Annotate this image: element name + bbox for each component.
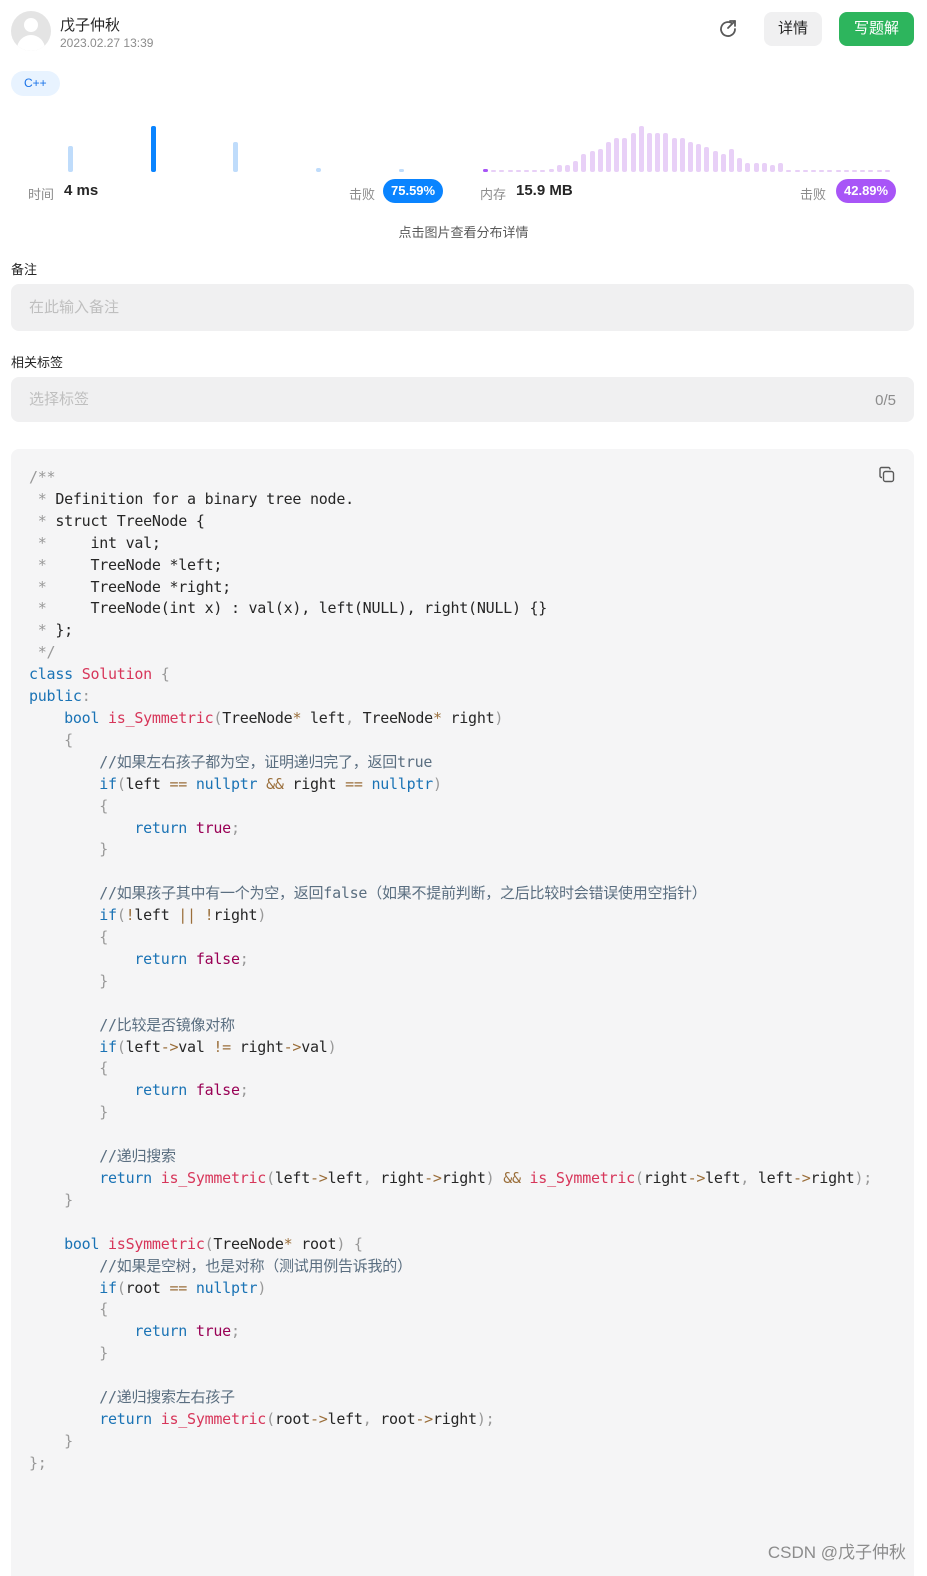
memory-bar	[720, 153, 726, 172]
tags-input[interactable]	[11, 377, 914, 422]
runtime-bar	[233, 142, 238, 172]
memory-bar	[647, 132, 652, 172]
runtime-bar	[316, 168, 321, 172]
memory-bar	[868, 169, 874, 172]
memory-bar	[655, 132, 661, 172]
language-tag: C++	[11, 71, 60, 96]
runtime-bar	[399, 169, 404, 172]
memory-label: 内存	[480, 187, 507, 202]
memory-bar	[622, 137, 628, 172]
share-icon[interactable]	[716, 17, 740, 41]
memory-beat-badge: 42.89%	[836, 179, 897, 203]
tags-label: 相关标签	[11, 355, 64, 370]
author-name[interactable]: 戊子仲秋	[60, 14, 120, 35]
memory-bar	[778, 162, 784, 172]
memory-bar	[753, 162, 759, 172]
memory-bar	[638, 126, 644, 172]
runtime-beat-label: 击败	[349, 187, 376, 202]
avatar-body-shape	[17, 35, 45, 51]
memory-bar	[835, 169, 841, 172]
runtime-distribution-chart[interactable]	[28, 112, 448, 172]
code-block[interactable]: /** * Definition for a binary tree node.…	[11, 449, 914, 1576]
memory-bar	[770, 165, 775, 172]
avatar-head-shape	[24, 18, 38, 32]
memory-bar	[811, 169, 816, 172]
source-code[interactable]: /** * Definition for a binary tree node.…	[29, 467, 872, 1475]
memory-bar	[802, 169, 808, 172]
memory-bar	[852, 169, 857, 172]
memory-bar	[565, 165, 570, 172]
memory-bar	[696, 144, 702, 172]
memory-bar	[614, 137, 620, 172]
memory-bar	[688, 142, 693, 172]
memory-bar	[524, 169, 529, 172]
memory-distribution-chart[interactable]	[480, 112, 896, 172]
memory-bar	[794, 169, 800, 172]
memory-bar	[630, 132, 636, 172]
runtime-beat-badge: 75.59%	[383, 179, 444, 203]
memory-bar	[884, 169, 890, 172]
note-label: 备注	[11, 262, 38, 277]
memory-bar	[876, 169, 882, 172]
runtime-bar	[68, 146, 73, 172]
memory-value: 15.9 MB	[516, 182, 573, 199]
memory-bar	[532, 169, 538, 172]
write-solution-button[interactable]: 写题解	[839, 12, 914, 46]
memory-bar	[704, 146, 710, 172]
memory-bar	[491, 169, 497, 172]
memory-bar	[589, 151, 595, 172]
copy-icon[interactable]	[878, 466, 896, 484]
memory-bar	[761, 162, 767, 172]
submission-date: 2023.02.27 13:39	[60, 36, 154, 50]
memory-bar	[819, 169, 825, 172]
runtime-label: 时间	[28, 187, 55, 202]
memory-bar	[507, 169, 513, 172]
memory-bar	[573, 160, 579, 172]
memory-bar	[729, 149, 734, 172]
memory-bar	[663, 132, 669, 172]
memory-bar	[581, 153, 587, 172]
memory-beat-label: 击败	[800, 187, 827, 202]
memory-bar	[499, 169, 505, 172]
avatar[interactable]	[11, 11, 51, 51]
memory-bar	[483, 168, 488, 172]
detail-button[interactable]: 详情	[764, 12, 822, 46]
chart-hint: 点击图片查看分布详情	[398, 225, 529, 240]
memory-bar	[515, 169, 521, 172]
watermark: CSDN @戊子仲秋	[767, 1543, 906, 1562]
memory-bar	[597, 149, 603, 172]
memory-bar	[860, 169, 866, 172]
memory-bar	[671, 137, 677, 172]
memory-bar	[745, 162, 751, 172]
runtime-bar	[151, 126, 156, 172]
memory-bar	[540, 169, 546, 172]
memory-bar	[712, 151, 718, 172]
submission-header: 戊子仲秋 2023.02.27 13:39 详情 写题解	[0, 0, 927, 60]
note-input[interactable]	[11, 284, 914, 331]
runtime-value: 4 ms	[64, 182, 99, 199]
memory-bar	[556, 165, 562, 172]
memory-bar	[786, 169, 792, 172]
tag-count: 0/5	[875, 392, 896, 409]
memory-bar	[827, 169, 833, 172]
memory-bar	[843, 169, 849, 172]
memory-bar	[737, 158, 743, 172]
memory-bar	[606, 142, 611, 172]
memory-bar	[679, 137, 685, 172]
memory-bar	[548, 168, 554, 172]
